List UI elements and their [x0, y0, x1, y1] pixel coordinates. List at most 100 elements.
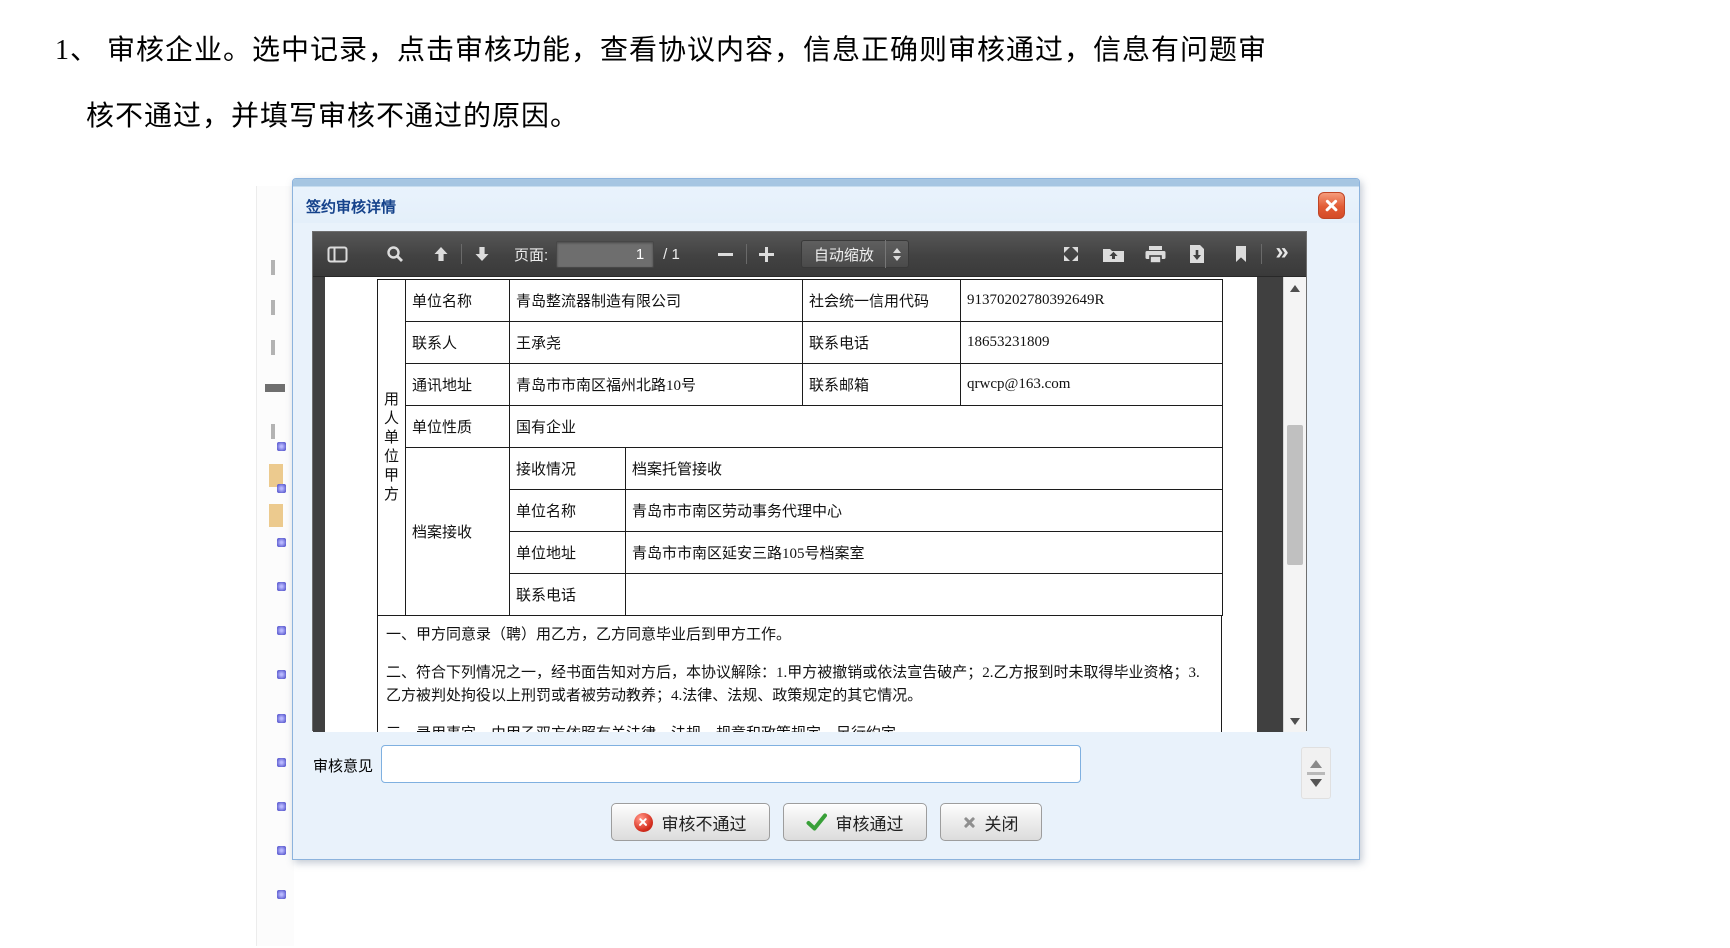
- page: 1、 审核企业。选中记录，点击审核功能，查看协议内容，信息正确则审核通过，信息有…: [0, 0, 1730, 948]
- pdf-scrollbar[interactable]: [1283, 277, 1306, 732]
- close-icon: [1324, 198, 1339, 213]
- arrow-up-icon: [433, 246, 449, 262]
- pdf-viewer: 页面: / 1 自动缩放: [312, 231, 1307, 731]
- page-down-button[interactable]: [466, 238, 498, 270]
- sign-review-dialog: 签约审核详情: [292, 178, 1360, 860]
- reject-icon: [634, 813, 653, 832]
- table-row: 档案接收 接收情况 档案托管接收: [378, 448, 1223, 490]
- dialog-button-row: 审核不通过 审核通过 关闭: [293, 803, 1359, 841]
- agreement-clauses: 一、甲方同意录（聘）用乙方，乙方同意毕业后到甲方工作。 二、符合下列情况之一，经…: [377, 616, 1222, 732]
- print-button[interactable]: [1139, 238, 1171, 270]
- download-button[interactable]: [1181, 238, 1213, 270]
- close-button-label: 关闭: [985, 810, 1019, 835]
- cell-label: 社会统一信用代码: [803, 280, 961, 322]
- background-text-fragment: [271, 424, 275, 439]
- stepper-divider: [1307, 772, 1325, 775]
- agreement-table: 用人单位甲方 单位名称 青岛整流器制造有限公司 社会统一信用代码 9137020…: [377, 279, 1223, 616]
- page-number-input[interactable]: [556, 241, 654, 268]
- sidebar-toggle-icon: [327, 246, 348, 263]
- download-icon: [1188, 244, 1206, 264]
- background-window-strip: [256, 186, 294, 946]
- search-icon: [386, 245, 404, 263]
- zoom-in-button[interactable]: [751, 238, 783, 270]
- background-grid-icon: [277, 582, 286, 591]
- background-text-fragment: [271, 300, 275, 315]
- page-up-button[interactable]: [425, 238, 457, 270]
- page-total: / 1: [663, 246, 680, 263]
- clause-2: 二、符合下列情况之一，经书面告知对方后，本协议解除：1.甲方被撤销或依法宣告破产…: [386, 662, 1211, 708]
- cell-label: 联系电话: [510, 574, 626, 616]
- background-grid-icon: [277, 758, 286, 767]
- triangle-down-icon: [1290, 718, 1300, 725]
- background-grid-icon: [277, 670, 286, 679]
- reject-button[interactable]: 审核不通过: [611, 803, 770, 841]
- cell-value: [626, 574, 1223, 616]
- page-gutter: [313, 277, 325, 732]
- background-grid-icon: [277, 484, 286, 493]
- background-grid-icon: [277, 846, 286, 855]
- toolbar-separator: [461, 244, 462, 264]
- cell-value: qrwcp@163.com: [961, 364, 1223, 406]
- more-tools-button[interactable]: »: [1266, 238, 1298, 270]
- triangle-up-icon: [1290, 285, 1300, 292]
- toolbar-separator: [1261, 244, 1262, 264]
- cell-label: 单位地址: [510, 532, 626, 574]
- approve-button[interactable]: 审核通过: [783, 803, 927, 841]
- sidebar-toggle-button[interactable]: [321, 238, 353, 270]
- arrow-down-icon: [474, 246, 490, 262]
- stepper-down-button[interactable]: [1310, 779, 1322, 787]
- cell-value: 青岛市市南区延安三路105号档案室: [626, 532, 1223, 574]
- open-file-button[interactable]: [1097, 238, 1129, 270]
- pdf-content-area: 用人单位甲方 单位名称 青岛整流器制造有限公司 社会统一信用代码 9137020…: [313, 277, 1306, 732]
- table-row: 联系人 王承尧 联系电话 18653231809: [378, 322, 1223, 364]
- background-text-fragment: [271, 340, 275, 355]
- background-fragment: [265, 384, 285, 392]
- minus-icon: [718, 253, 733, 256]
- scroll-up-button[interactable]: [1284, 279, 1306, 297]
- cell-value: 91370202780392649R: [961, 280, 1223, 322]
- bookmark-icon: [1234, 245, 1248, 263]
- cell-value: 青岛市市南区福州北路10号: [510, 364, 803, 406]
- cell-label: 联系邮箱: [803, 364, 961, 406]
- select-arrows-icon: [885, 240, 908, 268]
- scroll-down-button[interactable]: [1284, 712, 1306, 730]
- bookmark-button[interactable]: [1225, 238, 1257, 270]
- party-vertical-label: 用人单位甲方: [378, 280, 406, 616]
- background-grid-icon: [277, 538, 286, 547]
- background-highlight: [269, 504, 283, 527]
- cell-label: 单位性质: [406, 406, 510, 448]
- scrollbar-thumb[interactable]: [1287, 425, 1303, 565]
- stepper-up-button[interactable]: [1310, 760, 1322, 768]
- pdf-page: 用人单位甲方 单位名称 青岛整流器制造有限公司 社会统一信用代码 9137020…: [325, 277, 1257, 732]
- review-opinion-label: 审核意见: [313, 755, 373, 776]
- page-gutter: [1257, 277, 1283, 732]
- plus-icon: [759, 247, 774, 262]
- cell-value: 档案托管接收: [626, 448, 1223, 490]
- printer-icon: [1144, 245, 1167, 264]
- check-icon: [806, 813, 827, 831]
- background-text-fragment: [271, 260, 275, 275]
- close-button[interactable]: 关闭: [940, 803, 1042, 841]
- zoom-out-button[interactable]: [710, 238, 742, 270]
- table-row: 通讯地址 青岛市市南区福州北路10号 联系邮箱 qrwcp@163.com: [378, 364, 1223, 406]
- expand-icon: [1061, 244, 1081, 264]
- x-icon: [963, 816, 976, 829]
- cell-label: 单位名称: [510, 490, 626, 532]
- dialog-titlebar: 签约审核详情: [293, 179, 1359, 223]
- background-grid-icon: [277, 626, 286, 635]
- zoom-mode-select[interactable]: 自动缩放: [801, 240, 909, 268]
- zoom-mode-value: 自动缩放: [814, 244, 874, 265]
- cell-value: 国有企业: [510, 406, 1223, 448]
- cell-value: 青岛整流器制造有限公司: [510, 280, 803, 322]
- dialog-title: 签约审核详情: [306, 196, 396, 217]
- presentation-mode-button[interactable]: [1055, 238, 1087, 270]
- search-button[interactable]: [379, 238, 411, 270]
- background-grid-icon: [277, 802, 286, 811]
- cell-label: 通讯地址: [406, 364, 510, 406]
- cell-label: 联系人: [406, 322, 510, 364]
- cell-value: 王承尧: [510, 322, 803, 364]
- page-number-label: 页面:: [514, 244, 548, 265]
- dialog-close-button[interactable]: [1318, 192, 1345, 219]
- archive-group-label: 档案接收: [406, 448, 510, 616]
- review-opinion-input[interactable]: [381, 745, 1081, 783]
